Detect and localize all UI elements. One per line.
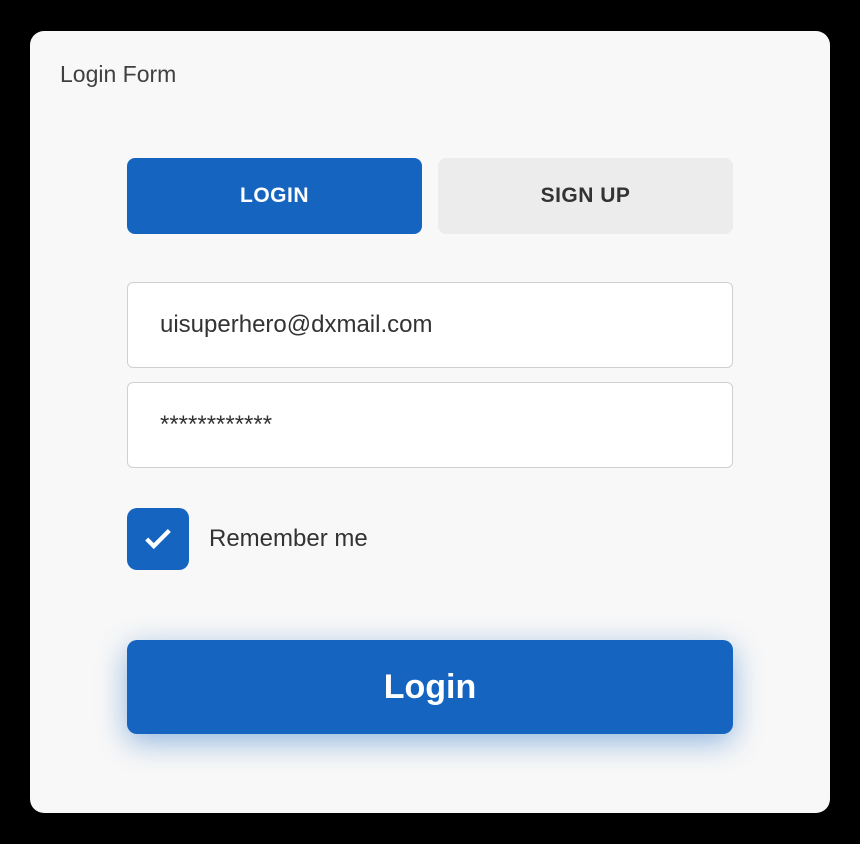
form-container: LOGIN SIGN UP Remember me Login <box>127 158 733 734</box>
email-field[interactable] <box>127 282 733 368</box>
login-card: Login Form LOGIN SIGN UP Remember me Log… <box>30 31 830 813</box>
check-icon <box>141 522 175 556</box>
card-title: Login Form <box>60 61 800 88</box>
tab-login[interactable]: LOGIN <box>127 158 422 234</box>
remember-label: Remember me <box>209 525 368 553</box>
remember-checkbox[interactable] <box>127 508 189 570</box>
password-field[interactable] <box>127 382 733 468</box>
tab-signup[interactable]: SIGN UP <box>438 158 733 234</box>
remember-row: Remember me <box>127 508 733 570</box>
tabs: LOGIN SIGN UP <box>127 158 733 234</box>
login-button[interactable]: Login <box>127 640 733 734</box>
